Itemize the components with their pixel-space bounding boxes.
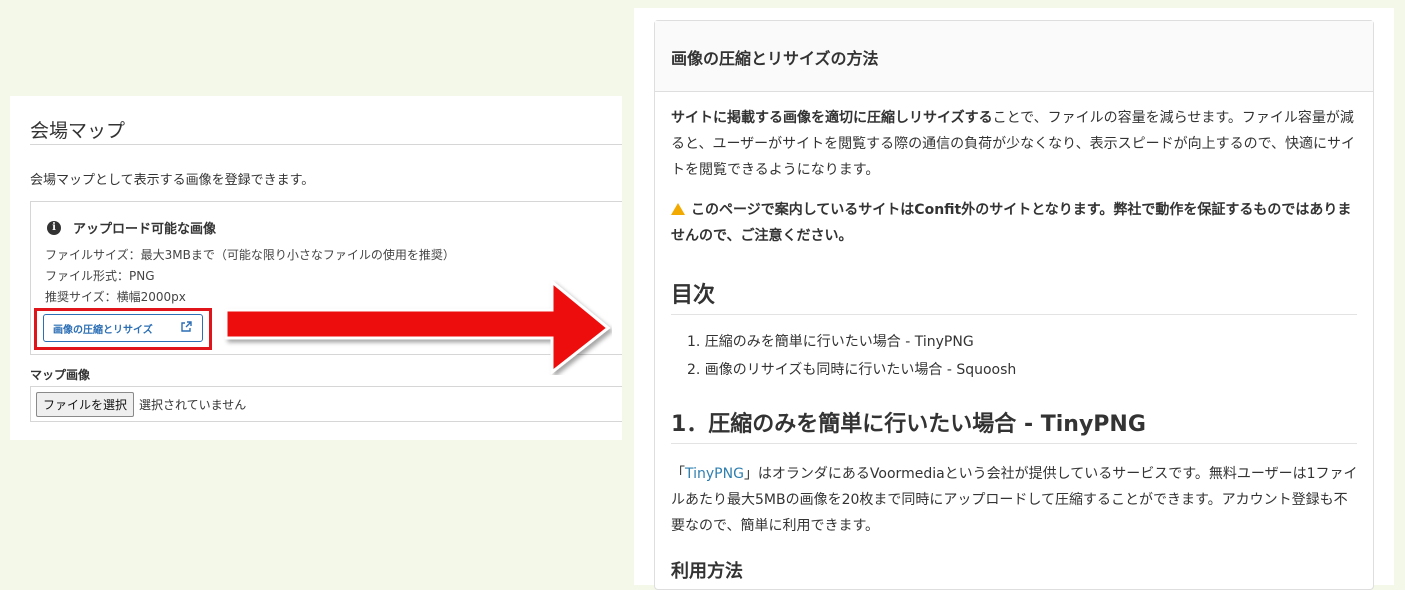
compress-resize-link-button[interactable]: 画像の圧縮とリサイズ xyxy=(43,314,203,342)
external-link-icon xyxy=(180,321,192,336)
compress-resize-label: 画像の圧縮とリサイズ xyxy=(53,324,153,336)
tinypng-description: 」はオランダにあるVoormediaという会社が提供しているサービスです。無料ユ… xyxy=(671,466,1358,534)
red-arrow-icon xyxy=(224,280,611,375)
intro-paragraph: サイトに掲載する画像を適切に圧縮しリサイズすることで、ファイルの容量を減らせます… xyxy=(671,105,1359,183)
warning-paragraph: このページで案内しているサイトはConfit外のサイトとなります。弊社で動作を保… xyxy=(671,197,1359,249)
toc-divider xyxy=(671,314,1357,315)
toc-item-squoosh[interactable]: 2. 画像のリサイズも同時に行いたい場合 - Squoosh xyxy=(687,359,1016,379)
title-divider xyxy=(30,144,622,145)
file-input: ファイルを選択 選択されていません xyxy=(30,386,622,422)
section1-divider xyxy=(671,443,1357,444)
usage-heading: 利用方法 xyxy=(671,561,743,582)
settings-panel: 会場マップ 会場マップとして表示する画像を登録できます。 i アップロード可能な… xyxy=(10,96,622,440)
toc-heading: 目次 xyxy=(671,283,716,308)
file-size-note: ファイルサイズ：最大3MBまで（可能な限り小さなファイルの使用を推奨） xyxy=(45,248,455,262)
info-icon: i xyxy=(47,220,61,235)
file-format-note: ファイル形式：PNG xyxy=(45,269,155,283)
section1-heading: 1．圧縮のみを簡単に行いたい場合 - TinyPNG xyxy=(671,412,1146,437)
tinypng-link[interactable]: TinyPNG xyxy=(685,466,744,482)
choose-file-button[interactable]: ファイルを選択 xyxy=(36,391,135,417)
upload-info-title: アップロード可能な画像 xyxy=(73,222,217,237)
intro-bold-text: サイトに掲載する画像を適切に圧縮しリサイズする xyxy=(671,110,993,126)
help-page: 画像の圧縮とリサイズの方法 サイトに掲載する画像を適切に圧縮しリサイズすることで… xyxy=(634,8,1394,590)
warning-text: このページで案内しているサイトはConfit外のサイトとなります。弊社で動作を保… xyxy=(671,202,1352,244)
recommended-size-note: 推奨サイズ：横幅2000px xyxy=(45,290,186,304)
map-image-label: マップ画像 xyxy=(30,368,91,382)
section-description: 会場マップとして表示する画像を登録できます。 xyxy=(30,173,315,188)
help-card: 画像の圧縮とリサイズの方法 サイトに掲載する画像を適切に圧縮しリサイズすることで… xyxy=(654,20,1374,590)
quote-open: 「 xyxy=(671,466,685,482)
toc-item-tinypng[interactable]: 1. 圧縮のみを簡単に行いたい場合 - TinyPNG xyxy=(687,331,974,351)
file-status: 選択されていません xyxy=(139,397,247,412)
tinypng-paragraph: 「TinyPNG」はオランダにあるVoormediaという会社が提供しているサー… xyxy=(671,461,1359,539)
card-header: 画像の圧縮とリサイズの方法 xyxy=(655,21,1373,92)
section-title: 会場マップ xyxy=(30,120,126,142)
card-title: 画像の圧縮とリサイズの方法 xyxy=(671,49,879,68)
warning-icon xyxy=(671,203,685,215)
